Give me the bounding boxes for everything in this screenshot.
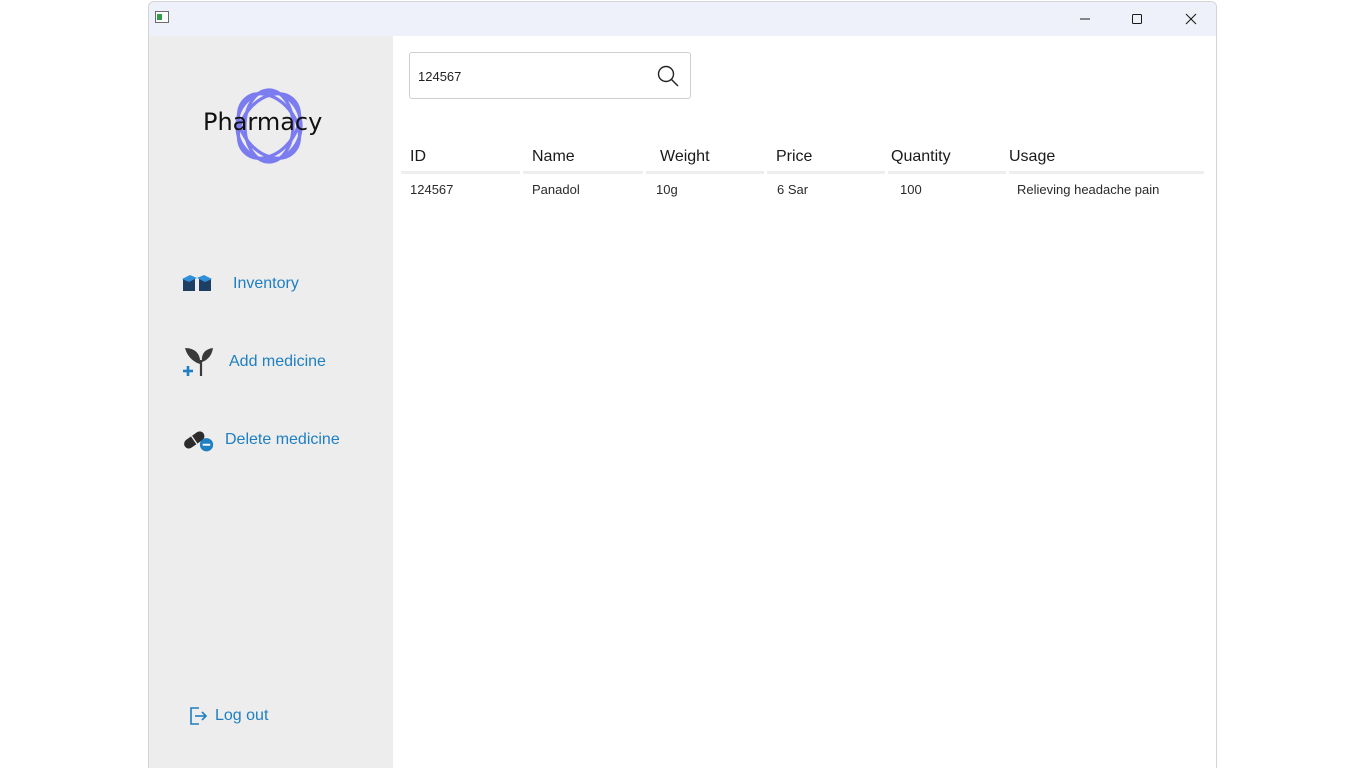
cell-quantity: 100: [900, 181, 922, 197]
column-header-weight[interactable]: Weight: [646, 142, 764, 174]
maximize-button[interactable]: [1111, 2, 1163, 36]
title-bar: [149, 2, 1216, 36]
cell-name: Panadol: [532, 181, 580, 197]
pharmacy-logo: Pharmacy: [199, 86, 339, 170]
cell-price: 6 Sar: [777, 181, 809, 197]
column-header-usage[interactable]: Usage: [1009, 142, 1204, 174]
minimize-icon: [1080, 18, 1090, 20]
column-header-quantity[interactable]: Quantity: [888, 142, 1006, 174]
app-icon: [155, 11, 169, 23]
sidebar-item-add-medicine[interactable]: Add medicine: [181, 346, 326, 378]
logo-text: Pharmacy: [203, 108, 323, 136]
search-input[interactable]: [418, 65, 638, 87]
logout-label: Log out: [215, 707, 269, 724]
boxes-icon: [181, 268, 215, 300]
close-icon: [1185, 13, 1197, 25]
cell-weight: 10g: [656, 181, 678, 197]
main-content: ID Name Weight Price Quantity Usage 1245…: [393, 36, 1216, 768]
maximize-icon: [1132, 14, 1142, 24]
logout-button[interactable]: Log out: [187, 700, 268, 732]
sidebar: Pharmacy Inventory Add medicine Delete m…: [149, 36, 393, 768]
plant-add-icon: [181, 346, 215, 378]
logout-icon: [187, 700, 211, 732]
search-icon[interactable]: [656, 64, 680, 88]
pills-remove-icon: [181, 424, 215, 456]
table-row[interactable]: 124567 Panadol 10g 6 Sar 100 Relieving h…: [401, 174, 1207, 200]
search-box: [409, 52, 691, 99]
sidebar-item-label: Add medicine: [229, 353, 326, 370]
column-header-price[interactable]: Price: [767, 142, 885, 174]
cell-usage: Relieving headache pain: [1017, 181, 1160, 197]
app-window: Pharmacy Inventory Add medicine Delete m…: [148, 1, 1217, 768]
sidebar-item-inventory[interactable]: Inventory: [181, 268, 299, 300]
cell-id: 124567: [410, 181, 454, 197]
sidebar-item-label: Inventory: [233, 275, 299, 292]
sidebar-item-delete-medicine[interactable]: Delete medicine: [181, 424, 340, 456]
minimize-button[interactable]: [1059, 2, 1111, 36]
close-button[interactable]: [1165, 2, 1216, 36]
column-header-name[interactable]: Name: [523, 142, 643, 174]
column-header-id[interactable]: ID: [401, 142, 520, 174]
table-header: ID Name Weight Price Quantity Usage: [401, 142, 1207, 174]
medicine-table: ID Name Weight Price Quantity Usage 1245…: [401, 142, 1207, 200]
sidebar-item-label: Delete medicine: [225, 431, 340, 448]
